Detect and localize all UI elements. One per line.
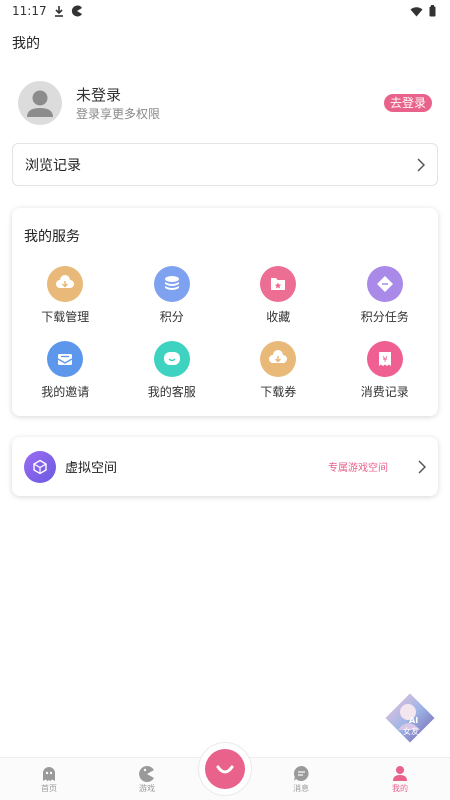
tab-label: 游戏	[139, 784, 155, 793]
chat-icon	[153, 341, 190, 377]
tab-mine[interactable]: 我的	[380, 765, 420, 794]
ghost-icon	[43, 767, 55, 781]
svg-text:¥: ¥	[382, 355, 387, 364]
service-download-coupon[interactable]: 下载券	[225, 341, 332, 400]
download-status-icon	[54, 6, 63, 17]
diamond-icon	[366, 266, 403, 302]
gamepad-icon	[139, 766, 154, 782]
virtual-space-row[interactable]: 虚拟空间 专属游戏空间	[12, 437, 438, 496]
service-label: 我的客服	[147, 385, 196, 399]
chevron-right-icon	[418, 459, 426, 474]
chevron-right-icon	[417, 157, 425, 172]
services-card: 我的服务 下载管理 积分 收藏 积分任务 我的邀请 我的客服 下载券 ¥ 消费记…	[12, 208, 438, 416]
profile-subtitle: 登录享更多权限	[76, 106, 161, 121]
badge-text-bottom: 女友	[403, 727, 419, 736]
cloud-download-icon	[47, 266, 84, 302]
service-label: 下载管理	[41, 310, 90, 324]
service-my-invites[interactable]: 我的邀请	[12, 341, 119, 400]
service-label: 积分任务	[360, 310, 409, 324]
service-label: 收藏	[266, 310, 291, 324]
cube-icon	[24, 450, 56, 483]
status-time: 11:17	[12, 4, 47, 18]
profile-name: 未登录	[76, 85, 122, 104]
badge-text-top: AI	[409, 716, 419, 725]
service-label: 积分	[159, 310, 184, 324]
tab-messages[interactable]: 消息	[281, 765, 321, 794]
tab-home[interactable]: 首页	[29, 765, 69, 794]
service-spending-history[interactable]: ¥ 消费记录	[332, 341, 439, 400]
service-points-tasks[interactable]: 积分任务	[332, 266, 439, 325]
pacman-status-icon	[71, 5, 82, 17]
avatar[interactable]	[18, 81, 62, 125]
browse-history-row[interactable]: 浏览记录	[12, 143, 438, 186]
service-label: 消费记录	[360, 385, 409, 399]
tab-label: 首页	[41, 784, 57, 793]
receipt-icon: ¥	[366, 341, 403, 377]
tab-games[interactable]: 游戏	[127, 765, 167, 794]
service-download-manager[interactable]: 下载管理	[12, 266, 119, 325]
profile-section[interactable]: 未登录 登录享更多权限 去登录	[18, 80, 432, 126]
virtual-space-tag: 专属游戏空间	[328, 463, 388, 474]
virtual-space-label: 虚拟空间	[65, 461, 118, 476]
person-icon	[393, 766, 407, 781]
service-customer-support[interactable]: 我的客服	[119, 341, 226, 400]
battery-icon	[429, 5, 436, 17]
message-icon	[293, 765, 309, 781]
tab-label: 消息	[293, 784, 309, 793]
service-points[interactable]: 积分	[119, 266, 226, 325]
service-label: 下载券	[260, 385, 297, 399]
tab-label: 我的	[392, 784, 408, 793]
default-avatar-icon	[27, 90, 53, 117]
services-title: 我的服务	[24, 229, 80, 245]
cloud-download-icon	[260, 341, 297, 377]
center-action-button[interactable]	[198, 742, 252, 796]
service-favorites[interactable]: 收藏	[225, 266, 332, 325]
page-title: 我的	[12, 36, 40, 52]
mail-icon	[47, 341, 84, 377]
ai-girlfriend-float-button[interactable]: AI 女友	[382, 690, 438, 746]
browse-history-label: 浏览记录	[25, 157, 81, 174]
wifi-icon	[410, 6, 423, 16]
service-label: 我的邀请	[41, 385, 90, 399]
status-bar: 11:17	[0, 0, 450, 22]
login-button[interactable]: 去登录	[383, 94, 432, 112]
star-box-icon	[260, 266, 297, 302]
coin-stack-icon	[153, 266, 190, 302]
smile-icon	[205, 749, 245, 789]
